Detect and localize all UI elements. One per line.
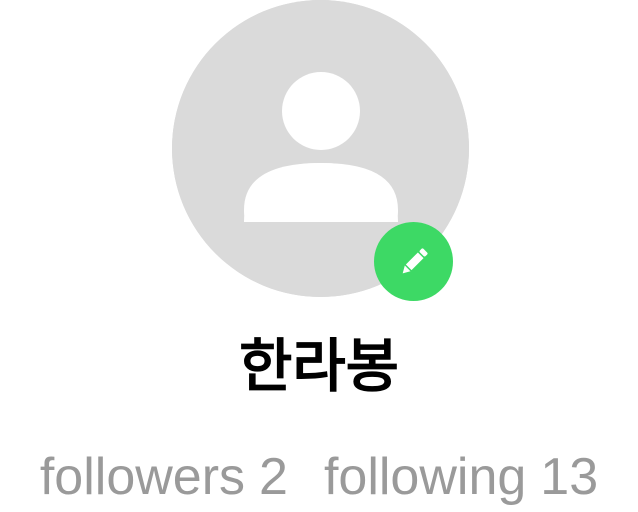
profile-name: 한라봉	[238, 332, 400, 400]
pencil-icon	[402, 247, 428, 273]
following-count: 13	[540, 448, 599, 506]
following-label: following	[323, 448, 527, 506]
followers-count: 2	[259, 448, 288, 506]
follow-stats: followers 2 following 13	[0, 446, 638, 508]
followers-label: followers	[39, 448, 246, 506]
followers-link[interactable]: followers 2	[40, 446, 288, 508]
following-link[interactable]: following 13	[324, 446, 598, 508]
edit-profile-button[interactable]	[374, 222, 453, 301]
